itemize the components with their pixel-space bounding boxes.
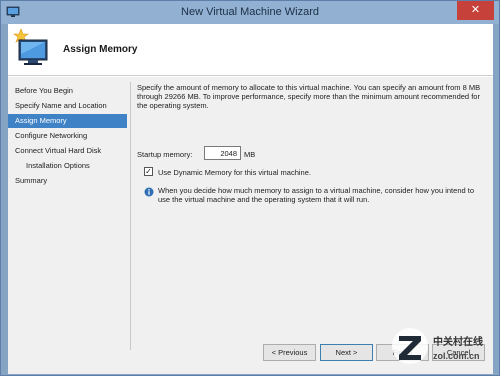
- memory-info-text: When you decide how much memory to assig…: [158, 186, 474, 204]
- wizard-client-area: Assign Memory Before You Begin Specify N…: [8, 24, 493, 374]
- nav-item-configure-networking[interactable]: Configure Networking: [8, 129, 127, 143]
- nav-item-summary[interactable]: Summary: [8, 174, 127, 188]
- startup-memory-label: Startup memory:: [137, 150, 193, 159]
- watermark-site-text: zol.com.cn: [433, 351, 480, 361]
- nav-item-before-you-begin[interactable]: Before You Begin: [8, 84, 127, 98]
- wizard-body: Before You Begin Specify Name and Locati…: [8, 77, 493, 357]
- nav-divider: [130, 82, 131, 350]
- startup-memory-unit: MB: [244, 150, 256, 159]
- assign-memory-panel: Specify the amount of memory to allocate…: [137, 83, 489, 343]
- next-button[interactable]: Next >: [320, 344, 373, 361]
- info-icon: [144, 187, 154, 197]
- page-title: Assign Memory: [63, 44, 138, 55]
- nav-item-connect-virtual-hard-disk[interactable]: Connect Virtual Hard Disk: [8, 144, 127, 158]
- computer-star-icon: [13, 28, 48, 65]
- title-bar: New Virtual Machine Wizard ✕: [1, 1, 499, 24]
- zol-watermark: 中关村在线 zol.com.cn: [381, 326, 494, 372]
- nav-item-assign-memory[interactable]: Assign Memory: [8, 114, 127, 128]
- wizard-steps-nav: Before You Begin Specify Name and Locati…: [8, 77, 127, 357]
- dynamic-memory-label[interactable]: Use Dynamic Memory for this virtual mach…: [158, 168, 311, 177]
- close-button[interactable]: ✕: [457, 1, 494, 20]
- dynamic-memory-checkbox[interactable]: ✓: [144, 167, 153, 176]
- nav-item-specify-name-location[interactable]: Specify Name and Location: [8, 99, 127, 113]
- zol-logo-icon: [392, 328, 428, 364]
- watermark-chinese-text: 中关村在线: [433, 337, 483, 348]
- previous-button[interactable]: < Previous: [263, 344, 316, 361]
- nav-item-installation-options[interactable]: Installation Options: [8, 159, 127, 173]
- memory-description: Specify the amount of memory to allocate…: [137, 83, 481, 110]
- window-title: New Virtual Machine Wizard: [181, 6, 319, 18]
- startup-memory-input[interactable]: [204, 146, 241, 160]
- wizard-window: New Virtual Machine Wizard ✕ Assign Memo…: [0, 0, 500, 376]
- page-header: Assign Memory: [8, 24, 493, 76]
